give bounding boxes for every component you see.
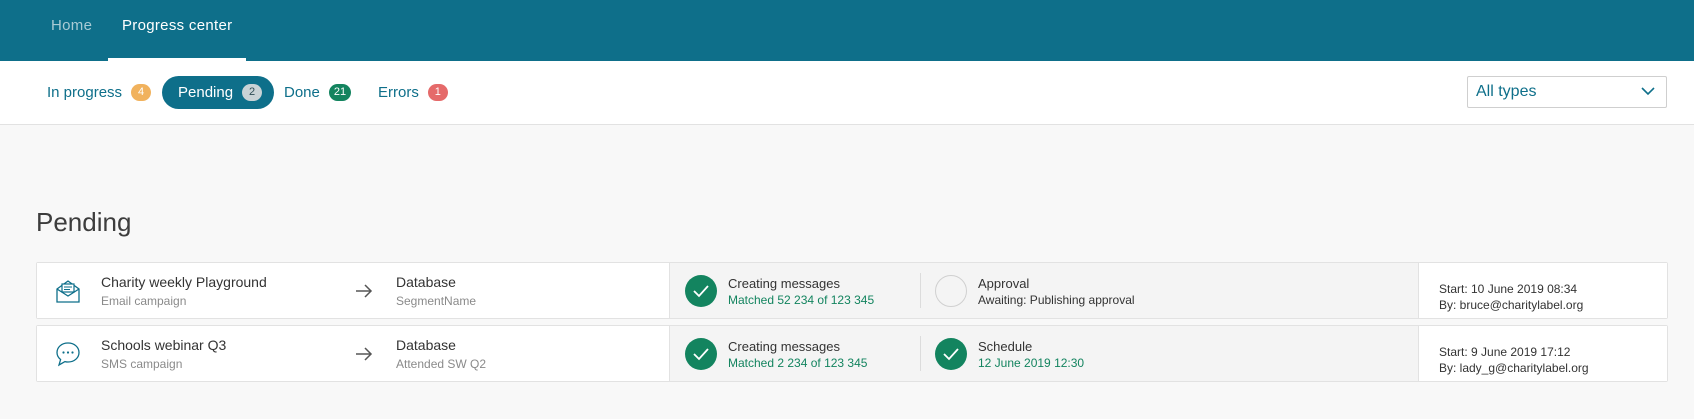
- sms-icon: [56, 342, 80, 367]
- start-time: Start: 10 June 2019 08:34: [1439, 282, 1578, 296]
- task-summary: Charity weekly Playground Email campaign…: [37, 263, 669, 318]
- filter-tab-in-progress[interactable]: In progress 4: [47, 76, 152, 109]
- step-done-indicator: [685, 275, 717, 307]
- target-segment: SegmentName: [396, 294, 477, 308]
- nav-tab-home[interactable]: Home: [37, 0, 106, 61]
- step-detail: Awaiting: Publishing approval: [978, 293, 1135, 307]
- campaign-name[interactable]: Schools webinar Q3: [101, 337, 226, 353]
- count-badge: 2: [242, 84, 263, 101]
- task-summary: Schools webinar Q3 SMS campaign Database…: [37, 326, 669, 381]
- count-badge: 21: [328, 84, 352, 101]
- step-pending-indicator: [935, 275, 967, 307]
- checkmark-icon: [943, 348, 959, 361]
- filter-tab-errors[interactable]: Errors 1: [378, 76, 448, 109]
- step-detail: Matched 2 234 of 123 345: [728, 356, 868, 370]
- task-row[interactable]: Schools webinar Q3 SMS campaign Database…: [36, 325, 1668, 382]
- step-divider: [920, 336, 921, 371]
- started-by: By: lady_g@charitylabel.org: [1439, 361, 1589, 375]
- top-navigation: Home Progress center: [0, 0, 1694, 61]
- page-title: Pending: [36, 207, 132, 237]
- filter-tab-label: Pending: [178, 84, 234, 101]
- checkmark-icon: [693, 348, 709, 361]
- arrow-right-icon: [356, 284, 373, 298]
- filter-tab-done[interactable]: Done 21: [284, 76, 352, 109]
- started-by: By: bruce@charitylabel.org: [1439, 298, 1584, 312]
- step-done-indicator: [935, 338, 967, 370]
- task-steps: Creating messages Matched 52 234 of 123 …: [669, 263, 1419, 318]
- step-done-indicator: [685, 338, 717, 370]
- target-segment: Attended SW Q2: [396, 357, 487, 371]
- step-title: Approval: [978, 276, 1030, 291]
- task-meta: Start: 10 June 2019 08:34 By: bruce@char…: [1419, 263, 1667, 318]
- campaign-name[interactable]: Charity weekly Playground: [101, 274, 267, 290]
- filter-tab-label: Done: [284, 84, 320, 101]
- type-select-value: All types: [1476, 83, 1537, 100]
- task-meta: Start: 9 June 2019 17:12 By: lady_g@char…: [1419, 326, 1667, 381]
- filter-bar: In progress 4 Pending 2 Done 21 Errors 1: [0, 61, 1694, 125]
- campaign-type: Email campaign: [101, 294, 187, 308]
- task-row[interactable]: Charity weekly Playground Email campaign…: [36, 262, 1668, 319]
- step-detail: Matched 52 234 of 123 345: [728, 293, 875, 307]
- step-title: Schedule: [978, 339, 1033, 354]
- count-badge: 4: [131, 84, 152, 101]
- target-title: Database: [396, 274, 456, 290]
- step-title: Creating messages: [728, 276, 840, 291]
- task-steps: Creating messages Matched 2 234 of 123 3…: [669, 326, 1419, 381]
- arrow-right-icon: [356, 347, 373, 361]
- start-time: Start: 9 June 2019 17:12: [1439, 345, 1571, 359]
- step-divider: [920, 273, 921, 308]
- campaign-type: SMS campaign: [101, 357, 183, 371]
- step-detail: 12 June 2019 12:30: [978, 356, 1085, 370]
- filter-tab-label: Errors: [378, 84, 419, 101]
- filter-tab-pending[interactable]: Pending 2: [162, 76, 275, 109]
- count-badge: 1: [427, 84, 448, 101]
- step-title: Creating messages: [728, 339, 840, 354]
- target-title: Database: [396, 337, 456, 353]
- checkmark-icon: [693, 285, 709, 298]
- email-icon: [56, 280, 80, 303]
- nav-tab-progress-center[interactable]: Progress center: [108, 0, 247, 61]
- chevron-down-icon: [1641, 87, 1655, 96]
- filter-tab-label: In progress: [47, 84, 123, 101]
- type-select[interactable]: All types: [1467, 76, 1667, 108]
